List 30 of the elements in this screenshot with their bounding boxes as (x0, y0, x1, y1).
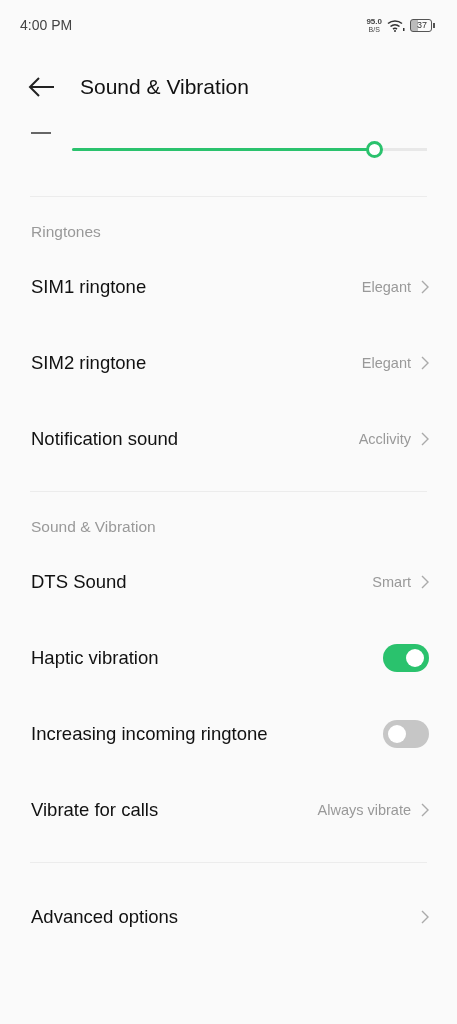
settings-row[interactable]: SIM1 ringtone Elegant (0, 249, 457, 325)
section-header: Sound & Vibration (30, 517, 157, 537)
settings-row[interactable]: Haptic vibration (0, 620, 457, 696)
settings-row[interactable]: Notification sound Acclivity (0, 401, 457, 477)
settings-row[interactable]: Increasing incoming ringtone (0, 696, 457, 772)
settings-row[interactable]: DTS Sound Smart (0, 544, 457, 620)
toggle-switch[interactable] (383, 644, 429, 672)
toggle-switch[interactable] (383, 720, 429, 748)
row-value: Elegant (361, 279, 411, 295)
settings-row[interactable]: SIM2 ringtone Elegant (0, 325, 457, 401)
row-value: Smart (372, 574, 411, 590)
battery-level: 37 (410, 18, 432, 32)
row-value: Elegant (361, 355, 411, 371)
page-title: Sound & Vibration (80, 75, 249, 99)
chevron-right-icon (421, 356, 429, 370)
status-time: 4:00 PM (20, 17, 73, 33)
settings-row[interactable]: Vibrate for calls Always vibrate (0, 772, 457, 848)
chevron-right-icon (421, 280, 429, 294)
chevron-right-icon (421, 575, 429, 589)
row-value: Always vibrate (317, 802, 411, 818)
network-speed: 95.0 (366, 17, 382, 26)
chevron-right-icon (421, 910, 429, 924)
section-header: Ringtones (30, 222, 102, 242)
settings-row[interactable]: Advanced options (0, 879, 457, 955)
minus-icon (31, 132, 51, 134)
row-value: Acclivity (358, 431, 411, 447)
slider-thumb[interactable] (365, 140, 383, 158)
chevron-right-icon (421, 803, 429, 817)
wifi-icon (387, 18, 405, 32)
chevron-right-icon (421, 432, 429, 446)
